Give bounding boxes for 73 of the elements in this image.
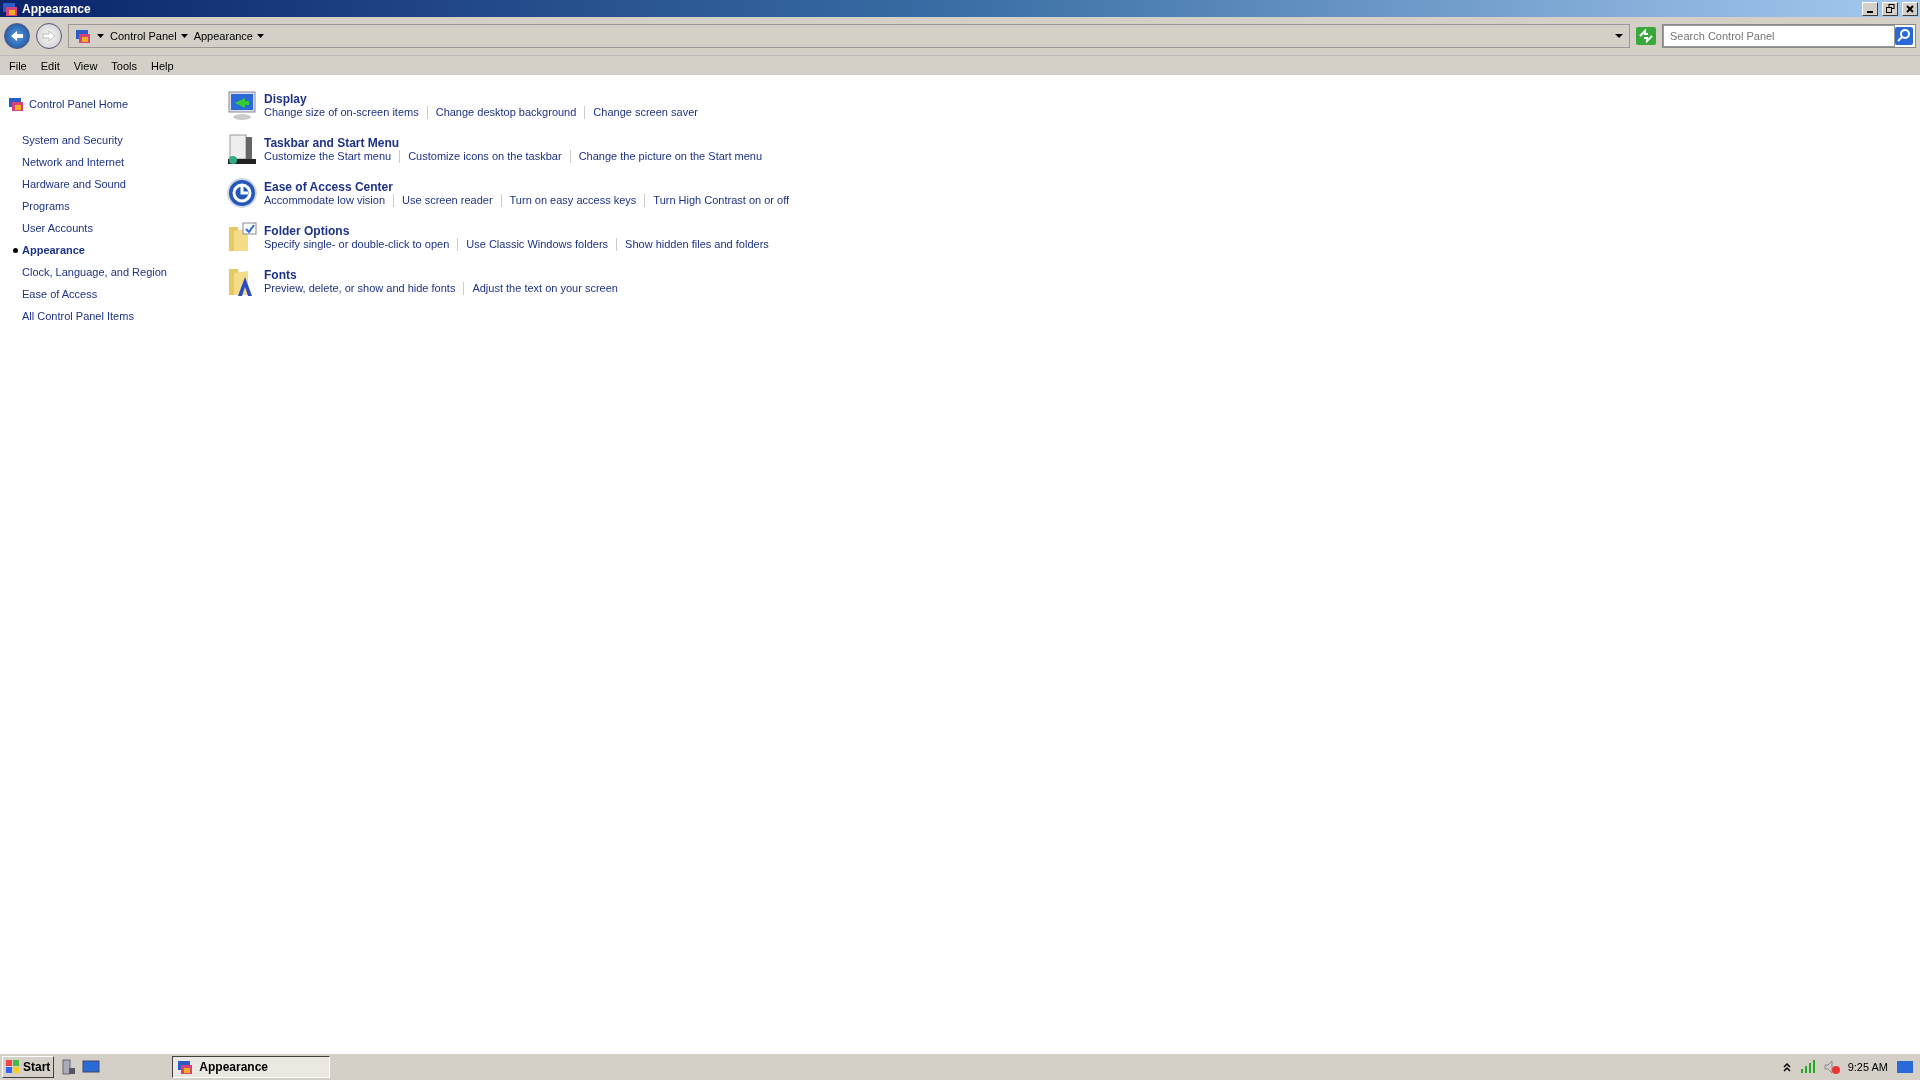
breadcrumb-item[interactable]: Control Panel (110, 30, 177, 42)
task-link[interactable]: Adjust the text on your screen (472, 282, 618, 294)
clock[interactable]: 9:25 AM (1847, 1061, 1888, 1073)
sidebar-link[interactable]: Programs (22, 195, 70, 217)
sidebar-link[interactable]: Appearance (22, 239, 85, 261)
control-panel-home-link[interactable]: Control Panel Home (29, 93, 129, 115)
menu-item[interactable]: File (2, 59, 34, 72)
task-link[interactable]: Accommodate low vision (264, 194, 386, 206)
monitor-icon (226, 89, 258, 121)
show-desktop-icon[interactable] (1896, 1060, 1914, 1074)
address-bar[interactable]: Control Panel Appearance (68, 24, 1630, 48)
task-link[interactable]: Preview, delete, or show and hide fonts (264, 282, 456, 294)
restore-icon (1885, 4, 1895, 13)
task-link[interactable]: Change screen saver (593, 106, 698, 118)
category-title-link[interactable]: Ease of Access Center (264, 179, 790, 194)
control-panel-icon (177, 1059, 194, 1075)
caret-icon[interactable] (180, 34, 188, 38)
speaker-muted-icon[interactable] (1823, 1060, 1840, 1074)
task-link[interactable]: Change size of on-screen items (264, 106, 419, 118)
taskbar-icon (226, 133, 258, 165)
search-field[interactable]: Search Control Panel (1663, 25, 1895, 47)
sidebar-link[interactable]: User Accounts (22, 217, 93, 239)
minimize-icon (1867, 10, 1873, 13)
dropdown-caret-icon[interactable] (1615, 34, 1623, 38)
back-button[interactable] (4, 23, 30, 49)
menu-item[interactable]: Help (144, 59, 181, 72)
restore-button[interactable] (1882, 1, 1898, 16)
window-title: Appearance (22, 1, 92, 16)
task-link[interactable]: Specify single- or double-click to open (264, 238, 450, 250)
breadcrumb-item[interactable]: Appearance (193, 30, 253, 42)
task-link[interactable]: Change the picture on the Start menu (578, 150, 763, 162)
search-icon[interactable] (1895, 27, 1913, 45)
control-panel-icon (75, 28, 91, 44)
windows-logo-icon (6, 1060, 20, 1074)
menu-item[interactable]: Edit (33, 59, 67, 72)
menu-item[interactable]: View (66, 59, 105, 72)
task-link[interactable]: Use Classic Windows folders (466, 238, 609, 250)
task-link[interactable]: Customize the Start menu (264, 150, 392, 162)
server-icon[interactable] (60, 1059, 77, 1075)
refresh-icon[interactable] (1636, 27, 1656, 45)
sidebar-link[interactable]: Hardware and Sound (22, 173, 126, 195)
task-link[interactable]: Turn High Contrast on or off (653, 194, 790, 206)
task-link[interactable]: Turn on easy access keys (509, 194, 637, 206)
sidebar-link[interactable]: Network and Internet (22, 151, 125, 173)
start-button[interactable]: Start (2, 1056, 55, 1078)
caret-icon[interactable] (257, 34, 264, 38)
category-title-link[interactable]: Fonts (264, 267, 618, 282)
task-link[interactable]: Show hidden files and folders (625, 238, 769, 250)
ease-of-access-icon (226, 177, 258, 209)
taskbar-window-button[interactable]: Appearance (172, 1056, 331, 1078)
sidebar-link[interactable]: Clock, Language, and Region (22, 261, 167, 283)
menu-item[interactable]: Tools (104, 59, 145, 72)
category-title-link[interactable]: Folder Options (264, 223, 769, 238)
minimize-button[interactable] (1862, 1, 1878, 16)
back-arrow-icon (10, 30, 24, 42)
desktop-icon[interactable] (82, 1060, 101, 1074)
caret-icon[interactable] (97, 34, 104, 38)
category-title-link[interactable]: Display (264, 91, 698, 106)
sidebar-link[interactable]: System and Security (22, 129, 123, 151)
task-link[interactable]: Customize icons on the taskbar (408, 150, 562, 162)
sidebar-link[interactable]: Ease of Access (22, 283, 98, 305)
forward-arrow-icon (42, 30, 56, 42)
control-panel-icon (8, 96, 24, 112)
close-icon (1906, 4, 1914, 13)
category-title-link[interactable]: Taskbar and Start Menu (264, 135, 763, 150)
close-button[interactable] (1902, 1, 1918, 16)
chevron-up-icon[interactable] (1781, 1060, 1792, 1074)
task-link[interactable]: Change desktop background (435, 106, 577, 118)
task-link[interactable]: Use screen reader (402, 194, 493, 206)
control-panel-icon (2, 0, 18, 17)
folder-options-icon (226, 221, 258, 253)
forward-button[interactable] (36, 23, 62, 49)
sidebar-link[interactable]: All Control Panel Items (22, 305, 134, 327)
